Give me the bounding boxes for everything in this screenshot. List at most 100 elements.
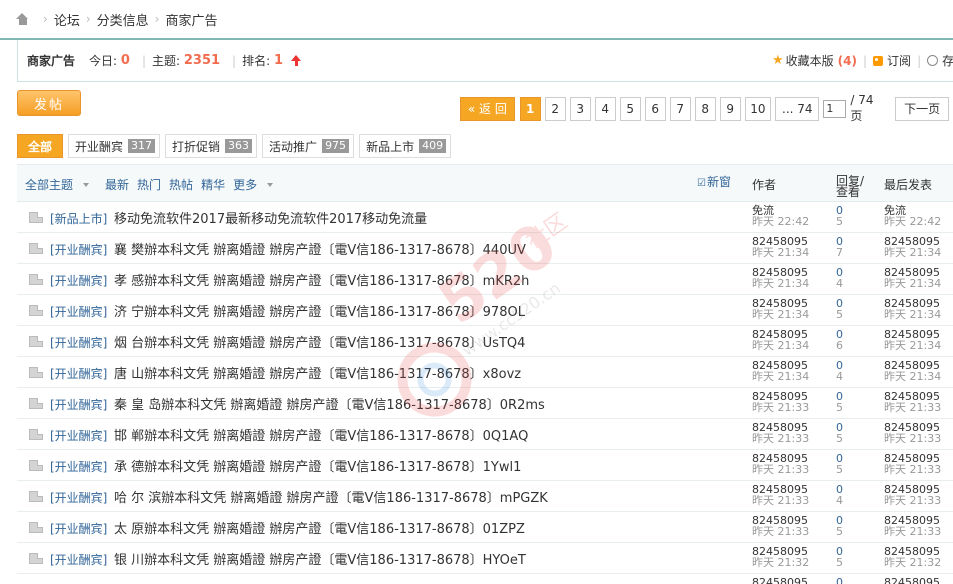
thread-tag[interactable]: [新品上市] bbox=[50, 210, 107, 227]
page-10[interactable]: 10 bbox=[744, 96, 772, 121]
last-post-user[interactable]: 82458095 bbox=[884, 576, 940, 584]
thread-tag[interactable]: [开业酬宾] bbox=[50, 303, 107, 320]
new-window-checkbox[interactable]: ☑新窗 bbox=[697, 173, 731, 190]
last-post-time[interactable]: 昨天 21:34 bbox=[884, 371, 941, 382]
reply-view-count: 0 bbox=[836, 577, 843, 584]
thread-tag[interactable]: [开业酬宾] bbox=[50, 365, 107, 382]
chevron-right-icon: › bbox=[43, 12, 48, 26]
page-last[interactable]: ... 74 bbox=[775, 96, 820, 121]
reply-count[interactable]: 0 bbox=[836, 576, 843, 584]
folder-icon[interactable] bbox=[29, 305, 43, 316]
filter-all-threads[interactable]: 全部主题 bbox=[25, 176, 97, 193]
thread-author: 82458095 昨天 21:33 bbox=[752, 422, 809, 444]
folder-icon[interactable] bbox=[29, 212, 43, 223]
type-tab-discount[interactable]: 打折促销 363 bbox=[165, 134, 258, 158]
thread-title[interactable]: 银 川辦本科文凭 辦离婚證 辦房产證〔電V信186-1317-8678〕HYOe… bbox=[114, 549, 526, 568]
post-time: 昨天 21:34 bbox=[752, 370, 810, 383]
filter-hot[interactable]: 热门 bbox=[137, 176, 161, 193]
favorite-forum-link[interactable]: 收藏本版 bbox=[786, 52, 834, 69]
thread-title[interactable]: 秦 皇 岛辦本科文凭 辦离婚證 辦房产證〔電V信186-1317-8678〕0R… bbox=[114, 394, 545, 413]
last-post-time[interactable]: 昨天 21:34 bbox=[884, 278, 941, 289]
filter-latest[interactable]: 最新 bbox=[105, 176, 129, 193]
column-author: 作者 bbox=[752, 178, 777, 192]
home-icon[interactable] bbox=[16, 13, 29, 25]
last-post-time[interactable]: 昨天 21:33 bbox=[884, 433, 941, 444]
type-tab-opening[interactable]: 开业酬宾 317 bbox=[68, 134, 161, 158]
author-name[interactable]: 82458095 bbox=[752, 576, 808, 584]
thread-title[interactable]: 哈 尔 滨辦本科文凭 辦离婚證 辦房产證〔電V信186-1317-8678〕mP… bbox=[114, 487, 548, 506]
last-post: 82458095 昨天 21:34 bbox=[884, 329, 941, 351]
last-post-time[interactable]: 昨天 21:33 bbox=[884, 402, 941, 413]
last-post-time[interactable]: 昨天 21:33 bbox=[884, 464, 941, 475]
table-row: [开业酬宾] 秦 皇 岛辦本科文凭 辦离婚證 辦房产證〔電V信186-1317-… bbox=[17, 388, 953, 419]
folder-icon[interactable] bbox=[29, 460, 43, 471]
last-post-time[interactable]: 昨天 21:34 bbox=[884, 340, 941, 351]
threads-count: 2351 bbox=[183, 53, 221, 68]
thread-tag[interactable]: [开业酬宾] bbox=[50, 489, 107, 506]
filter-hot-posts[interactable]: 热帖 bbox=[169, 176, 193, 193]
page-4[interactable]: 4 bbox=[594, 96, 616, 121]
thread-title[interactable]: 济 宁辦本科文凭 辦离婚證 辦房产證〔電V信186-1317-8678〕978O… bbox=[114, 301, 525, 320]
folder-icon[interactable] bbox=[29, 398, 43, 409]
folder-icon[interactable] bbox=[29, 491, 43, 502]
next-page-button[interactable]: 下一页 bbox=[895, 96, 950, 121]
view-count: 5 bbox=[836, 401, 843, 414]
archive-link[interactable]: 存 bbox=[942, 52, 953, 69]
page-2[interactable]: 2 bbox=[544, 96, 566, 121]
page-1[interactable]: 1 bbox=[519, 96, 541, 121]
thread-title[interactable]: 孝 感辦本科文凭 辦离婚證 辦房产證〔電V信186-1317-8678〕mKR2… bbox=[114, 270, 529, 289]
last-post-time[interactable]: 昨天 22:42 bbox=[884, 216, 941, 227]
thread-tag[interactable]: [开业酬宾] bbox=[50, 334, 107, 351]
type-tab-count: 975 bbox=[322, 139, 350, 153]
thread-title[interactable]: 烟 台辦本科文凭 辦离婚證 辦房产證〔電V信186-1317-8678〕UsTQ… bbox=[114, 332, 525, 351]
thread-author: 82458095 昨天 21:33 bbox=[752, 515, 809, 537]
page-5[interactable]: 5 bbox=[619, 96, 641, 121]
thread-tag[interactable]: [开业酬宾] bbox=[50, 272, 107, 289]
filter-digest[interactable]: 精华 bbox=[201, 176, 225, 193]
back-button[interactable]: « 返 回 bbox=[460, 96, 515, 121]
last-post: 82458095 昨天 21:33 bbox=[884, 484, 941, 506]
reply-view-count: 05 bbox=[836, 391, 843, 413]
thread-tag[interactable]: [开业酬宾] bbox=[50, 520, 107, 537]
folder-icon[interactable] bbox=[29, 243, 43, 254]
thread-title[interactable]: 太 原辦本科文凭 辦离婚證 辦房产證〔電V信186-1317-8678〕01ZP… bbox=[114, 518, 525, 537]
new-post-button[interactable]: 发帖 bbox=[17, 90, 81, 116]
last-post-time[interactable]: 昨天 21:33 bbox=[884, 526, 941, 537]
page-3[interactable]: 3 bbox=[569, 96, 591, 121]
thread-title[interactable]: 承 德辦本科文凭 辦离婚證 辦房产證〔電V信186-1317-8678〕1Ywl… bbox=[114, 456, 521, 475]
folder-icon[interactable] bbox=[29, 522, 43, 533]
last-post: 82458095 昨天 21:32 bbox=[884, 546, 941, 568]
last-post-time[interactable]: 昨天 21:34 bbox=[884, 309, 941, 320]
folder-icon[interactable] bbox=[29, 274, 43, 285]
folder-icon[interactable] bbox=[29, 553, 43, 564]
folder-icon[interactable] bbox=[29, 429, 43, 440]
type-tab-new-product[interactable]: 新品上市 409 bbox=[359, 134, 452, 158]
filter-more[interactable]: 更多 bbox=[233, 176, 281, 193]
page-6[interactable]: 6 bbox=[644, 96, 666, 121]
thread-tag[interactable]: [开业酬宾] bbox=[50, 241, 107, 258]
thread-title[interactable]: 襄 樊辦本科文凭 辦离婚證 辦房产證〔電V信186-1317-8678〕440U… bbox=[114, 239, 526, 258]
breadcrumb-item-category[interactable]: 分类信息 bbox=[97, 10, 149, 29]
page-7[interactable]: 7 bbox=[669, 96, 691, 121]
breadcrumb-item-forum[interactable]: 论坛 bbox=[54, 10, 80, 29]
last-post-time[interactable]: 昨天 21:33 bbox=[884, 495, 941, 506]
type-tab-all[interactable]: 全部 bbox=[17, 134, 64, 158]
page-9[interactable]: 9 bbox=[719, 96, 741, 121]
breadcrumb-item-current[interactable]: 商家广告 bbox=[165, 10, 217, 29]
thread-tag[interactable]: [开业酬宾] bbox=[50, 427, 107, 444]
subscribe-link[interactable]: 订阅 bbox=[887, 52, 911, 69]
last-post-time[interactable]: 昨天 21:32 bbox=[884, 557, 941, 568]
page-8[interactable]: 8 bbox=[694, 96, 716, 121]
page-jump-input[interactable]: 1 bbox=[823, 99, 847, 118]
thread-tag[interactable]: [开业酬宾] bbox=[50, 458, 107, 475]
thread-tag[interactable]: [开业酬宾] bbox=[50, 551, 107, 568]
thread-title[interactable]: 唐 山辦本科文凭 辦离婚證 辦房产證〔電V信186-1317-8678〕x8ov… bbox=[114, 363, 521, 382]
last-post-time[interactable]: 昨天 21:34 bbox=[884, 247, 941, 258]
thread-tag[interactable]: [开业酬宾] bbox=[50, 396, 107, 413]
thread-title[interactable]: 移动免流软件2017最新移动免流软件2017移动免流量 bbox=[114, 208, 427, 227]
type-tab-promotion[interactable]: 活动推广 975 bbox=[262, 134, 355, 158]
post-time: 昨天 21:34 bbox=[752, 339, 810, 352]
folder-icon[interactable] bbox=[29, 367, 43, 378]
thread-title[interactable]: 邯 郸辦本科文凭 辦离婚證 辦房产證〔電V信186-1317-8678〕0Q1A… bbox=[114, 425, 528, 444]
folder-icon[interactable] bbox=[29, 336, 43, 347]
